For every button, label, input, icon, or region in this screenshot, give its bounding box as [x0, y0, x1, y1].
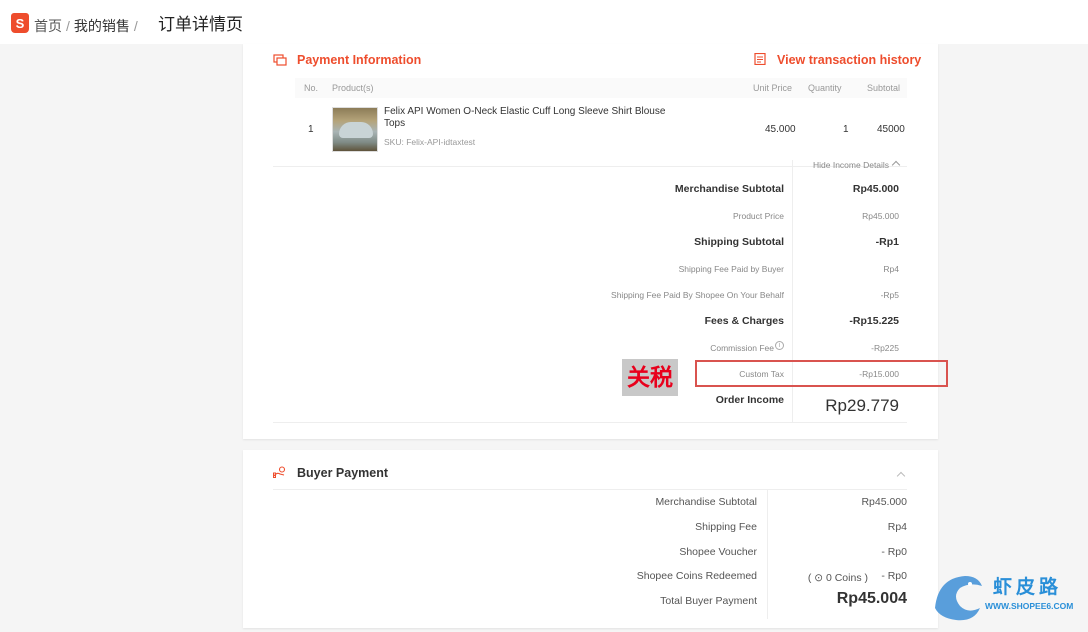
hide-income-label: Hide Income Details	[813, 160, 890, 170]
order-income-value: Rp29.779	[825, 396, 899, 415]
divider	[273, 166, 907, 167]
breadcrumb: 首页 / 我的销售 /	[34, 16, 142, 36]
divider	[767, 489, 768, 619]
merch-subtotal-value: Rp45.000	[852, 183, 899, 195]
product-image	[339, 122, 373, 138]
bp-coins-value: - Rp0	[881, 570, 907, 582]
product-sku: SKU: Felix-API-idtaxtest	[384, 137, 476, 147]
bp-voucher-value: - Rp0	[881, 546, 907, 558]
col-no: No.	[304, 83, 319, 93]
bp-total-label: Total Buyer Payment	[660, 595, 757, 607]
fees-charges-label: Fees & Charges	[704, 315, 784, 327]
products-table-header: No. Product(s) Unit Price Quantity Subto…	[295, 78, 907, 98]
watermark-text: 虾皮路	[993, 577, 1063, 598]
info-icon[interactable]: i	[775, 341, 784, 350]
bp-shipping-fee-value: Rp4	[887, 521, 907, 533]
breadcrumb-my-sales[interactable]: 我的销售	[74, 18, 130, 34]
product-price-value: Rp45.000	[862, 211, 899, 221]
shipping-subtotal-label: Shipping Subtotal	[694, 236, 784, 248]
bp-shipping-fee-label: Shipping Fee	[695, 521, 757, 533]
shipping-subtotal-value: -Rp1	[875, 236, 899, 248]
page-title: 订单详情页	[158, 15, 243, 35]
breadcrumb-separator: /	[133, 18, 138, 34]
col-unit-price: Unit Price	[753, 83, 793, 93]
col-quantity: Quantity	[808, 83, 842, 93]
payment-icon	[273, 54, 287, 66]
payment-information-title: Payment Information	[297, 53, 422, 67]
row-quantity: 1	[843, 124, 849, 135]
commission-fee-label: Commission Fee	[710, 343, 774, 353]
fees-charges-value: -Rp15.225	[849, 315, 899, 327]
divider	[273, 422, 907, 423]
buyer-payment-icon	[273, 466, 286, 478]
watermark-url: WWW.SHOPEE6.COM	[985, 601, 1074, 611]
transaction-history-icon[interactable]	[754, 53, 768, 65]
view-transaction-history-link[interactable]: View transaction history	[777, 53, 921, 67]
row-unit-price: 45.000	[765, 124, 796, 135]
product-price-label: Product Price	[732, 211, 784, 221]
shipping-fee-shopee-label: Shipping Fee Paid By Shopee On Your Beha…	[611, 290, 784, 300]
chevron-up-icon	[891, 160, 901, 170]
bp-coins-note: ( ⊙ 0 Coins )	[807, 572, 868, 584]
merch-subtotal-label: Merchandise Subtotal	[674, 183, 784, 195]
bp-merch-subtotal-label: Merchandise Subtotal	[655, 496, 757, 508]
row-no: 1	[308, 124, 314, 135]
product-name[interactable]: Felix API Women O-Neck Elastic Cuff Long…	[384, 106, 684, 130]
bp-coins-label: Shopee Coins Redeemed	[636, 570, 757, 582]
divider	[273, 489, 907, 490]
breadcrumb-home[interactable]: 首页	[34, 18, 62, 34]
commission-fee-value: -Rp225	[871, 343, 899, 353]
shopee-logo-icon[interactable]: S	[11, 13, 29, 33]
product-thumbnail[interactable]	[332, 107, 378, 152]
shipping-fee-shopee-value: -Rp5	[880, 290, 899, 300]
custom-tax-highlight-box	[695, 360, 948, 387]
custom-tax-annotation: 关税	[622, 359, 678, 396]
bp-total-value: Rp45.004	[836, 590, 907, 607]
bp-voucher-label: Shopee Voucher	[679, 546, 757, 558]
col-subtotal: Subtotal	[867, 83, 901, 93]
top-bar: S 首页 / 我的销售 / 订单详情页	[0, 0, 1088, 44]
order-income-label: Order Income	[715, 394, 784, 406]
shipping-fee-buyer-label: Shipping Fee Paid by Buyer	[678, 264, 784, 274]
row-subtotal: 45000	[877, 124, 905, 135]
breadcrumb-separator: /	[66, 18, 70, 34]
shipping-fee-buyer-value: Rp4	[883, 264, 899, 274]
col-products: Product(s)	[332, 83, 374, 93]
buyer-payment-title: Buyer Payment	[297, 466, 389, 480]
bp-merch-subtotal-value: Rp45.000	[861, 496, 907, 508]
hide-income-details-toggle[interactable]: Hide Income Details	[813, 160, 901, 170]
